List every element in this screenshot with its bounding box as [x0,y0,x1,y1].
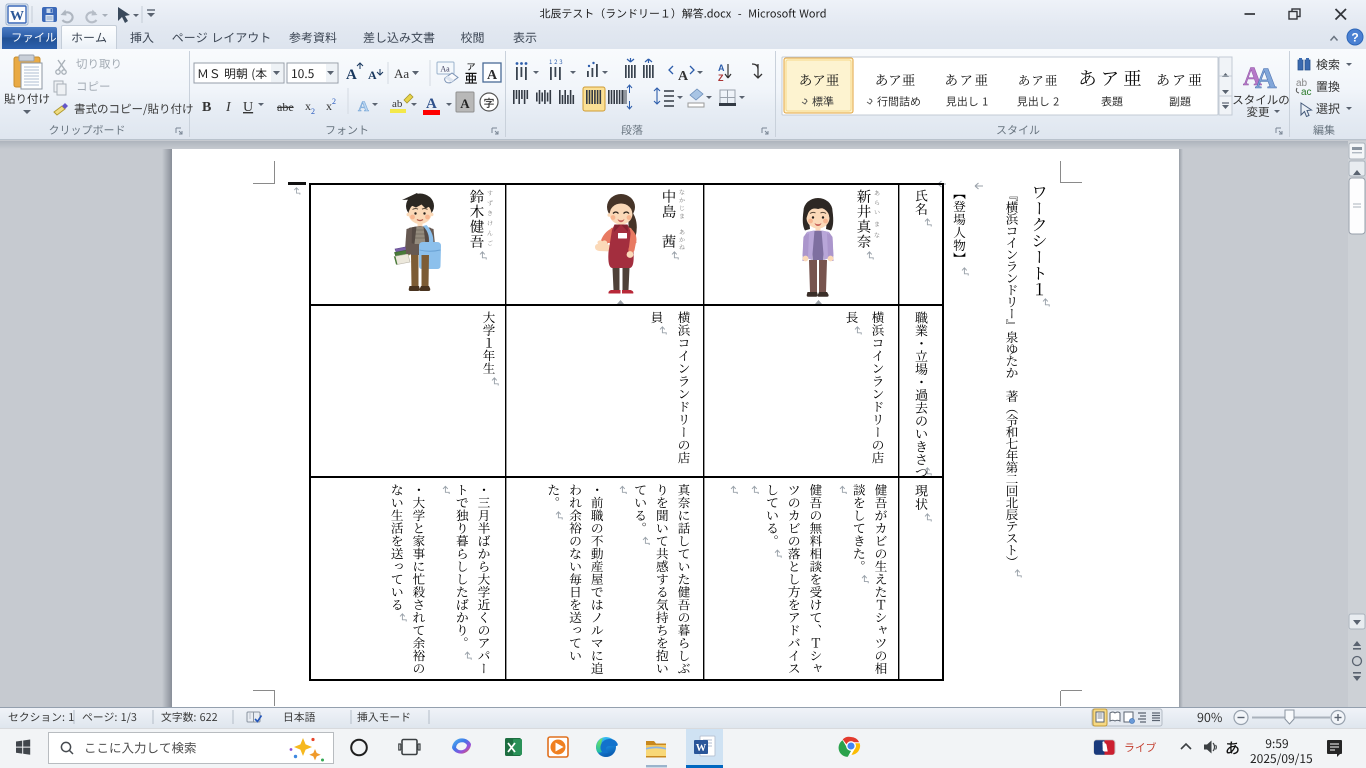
svg-text:2: 2 [311,107,315,116]
svg-text:Aa: Aa [394,66,409,81]
svg-text:A: A [426,96,437,112]
svg-text:B: B [202,100,211,115]
svg-text:A: A [368,68,377,82]
svg-text:2: 2 [332,97,336,106]
svg-text:W: W [696,743,707,754]
svg-text:I: I [225,100,232,115]
svg-text:Z: Z [718,73,724,83]
svg-text:A: A [718,63,725,73]
svg-text:A: A [678,69,689,84]
svg-text:ab: ab [392,98,403,110]
svg-text:?: ? [1351,31,1358,45]
svg-text:W: W [10,9,24,24]
svg-text:A: A [358,99,369,115]
svg-text:ac: ac [1301,87,1312,98]
svg-text:A: A [487,68,498,83]
svg-text:abe: abe [277,100,294,114]
svg-text:A: A [346,67,357,83]
svg-text:A: A [460,96,470,111]
svg-text:U: U [243,100,253,115]
svg-text:A: A [1255,62,1277,95]
svg-text:Aa: Aa [440,65,450,74]
